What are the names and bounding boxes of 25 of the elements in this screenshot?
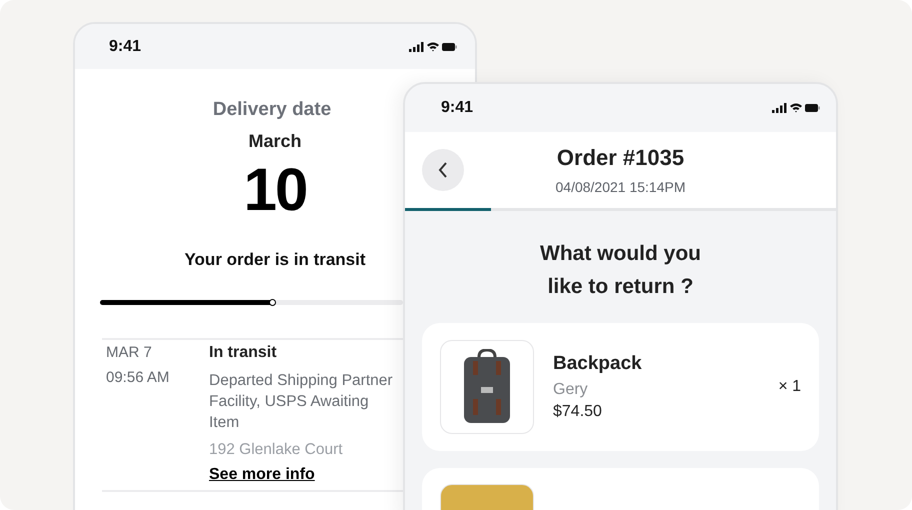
product-variant: Gery bbox=[553, 381, 589, 399]
order-date: 04/08/2021 15:14PM bbox=[556, 179, 686, 195]
order-status: Your order is in transit bbox=[184, 250, 366, 270]
chevron-left-icon bbox=[438, 162, 448, 178]
event-location: 192 Glenlake Court bbox=[209, 441, 344, 459]
return-question: What would you like to return ? bbox=[539, 241, 702, 300]
delivery-month: March bbox=[248, 131, 302, 152]
event-date: MAR 7 bbox=[106, 344, 153, 361]
back-button[interactable] bbox=[422, 149, 464, 191]
event-description: Departed Shipping Partner Facility, USPS Awaiting Item bbox=[209, 371, 394, 433]
status-icons bbox=[409, 40, 457, 52]
see-more-link[interactable]: See more info bbox=[209, 466, 315, 484]
status-time: 9:41 bbox=[441, 99, 474, 117]
event-title: In transit bbox=[209, 344, 278, 362]
status-icons bbox=[772, 102, 820, 114]
product-name: Backpack bbox=[553, 353, 643, 375]
backpack-icon bbox=[461, 349, 513, 425]
product-price: $74.50 bbox=[553, 403, 603, 421]
order-title: Order #1035 bbox=[556, 145, 684, 171]
delivery-day: 10 bbox=[244, 160, 306, 220]
product-card[interactable]: Backpack Gery $74.50 × 1 bbox=[422, 323, 819, 451]
status-time: 9:41 bbox=[109, 38, 142, 56]
product-quantity: × 1 bbox=[778, 378, 801, 396]
delivery-date-label: Delivery date bbox=[212, 99, 332, 121]
event-time: 09:56 AM bbox=[106, 369, 170, 386]
